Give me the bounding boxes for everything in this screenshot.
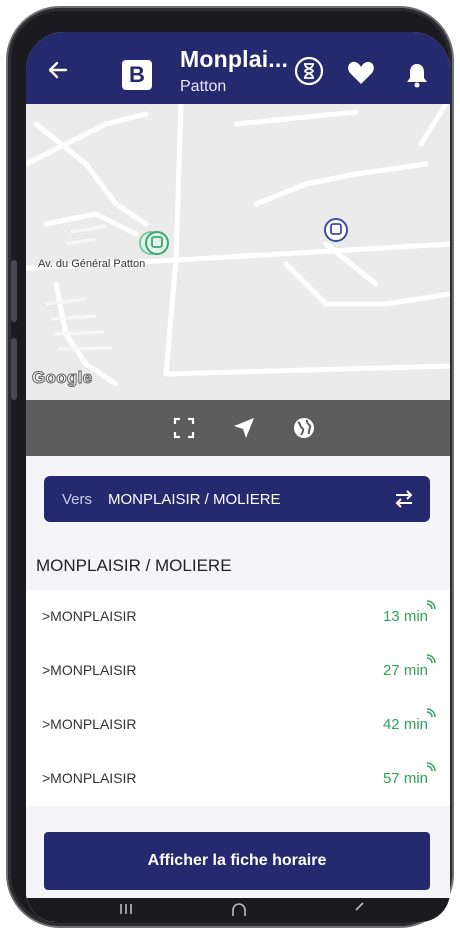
street-label: Av. du Général Patton bbox=[38, 258, 146, 270]
map-streets bbox=[26, 104, 450, 387]
back-arrow-icon[interactable] bbox=[46, 58, 70, 82]
show-timetable-button[interactable]: Afficher la fiche horaire bbox=[44, 832, 430, 890]
stop-name: MONPLAISIR / MOLIERE bbox=[36, 556, 232, 575]
departure-time: 27 min bbox=[382, 662, 428, 679]
departure-row[interactable]: >MONPLAISIR 27 min bbox=[26, 644, 450, 698]
favorite-heart-icon[interactable] bbox=[346, 58, 376, 88]
bus-line-logo: B bbox=[122, 60, 152, 90]
departure-time: 13 min bbox=[382, 608, 428, 625]
map-attribution: Google bbox=[31, 368, 93, 388]
system-nav-bar bbox=[26, 898, 450, 922]
departure-row[interactable]: >MONPLAISIR 42 min bbox=[26, 698, 450, 752]
map-toolbar bbox=[26, 400, 450, 456]
locate-arrow-icon[interactable] bbox=[232, 416, 256, 440]
departure-row[interactable]: >MONPLAISIR 13 min bbox=[26, 590, 450, 644]
globe-icon[interactable] bbox=[292, 416, 316, 440]
volume-button bbox=[11, 260, 17, 322]
direction-destination: MONPLAISIR / MOLIERE bbox=[108, 491, 281, 508]
fullscreen-icon[interactable] bbox=[172, 416, 196, 440]
departure-destination: >MONPLAISIR bbox=[42, 608, 137, 624]
system-back-icon[interactable] bbox=[352, 902, 368, 916]
departure-row[interactable]: >MONPLAISIR 57 min bbox=[26, 752, 450, 806]
departure-time: 57 min bbox=[382, 770, 428, 787]
map-view[interactable]: Av. du Général Patton Google bbox=[26, 104, 450, 400]
hourglass-icon[interactable] bbox=[294, 56, 324, 86]
direction-prefix: Vers bbox=[62, 491, 93, 508]
page-title: Monplai... bbox=[180, 46, 289, 72]
realtime-signal-icon bbox=[426, 600, 436, 610]
departure-destination: >MONPLAISIR bbox=[42, 770, 137, 786]
direction-selector[interactable]: Vers MONPLAISIR / MOLIERE bbox=[44, 476, 430, 522]
departures-list: >MONPLAISIR 13 min >MONPLAISIR 27 min >M… bbox=[26, 590, 450, 806]
recent-apps-icon[interactable] bbox=[118, 902, 134, 916]
home-icon[interactable] bbox=[230, 902, 248, 918]
realtime-signal-icon bbox=[426, 654, 436, 664]
departure-destination: >MONPLAISIR bbox=[42, 662, 137, 678]
app-screen: B Monplai... Patton Av. du Général Patto… bbox=[26, 32, 450, 922]
realtime-signal-icon bbox=[426, 708, 436, 718]
realtime-signal-icon bbox=[426, 762, 436, 772]
page-subtitle: Patton bbox=[180, 78, 227, 95]
departure-destination: >MONPLAISIR bbox=[42, 716, 137, 732]
bus-stop-icon[interactable] bbox=[145, 231, 169, 255]
departures-panel: Vers MONPLAISIR / MOLIERE MONPLAISIR / M… bbox=[26, 456, 450, 922]
departure-time: 42 min bbox=[382, 716, 428, 733]
notification-bell-icon[interactable] bbox=[402, 60, 432, 90]
power-button bbox=[11, 338, 17, 400]
phone-frame: B Monplai... Patton Av. du Général Patto… bbox=[8, 8, 452, 926]
app-header: B Monplai... Patton bbox=[26, 32, 450, 104]
bus-location-icon[interactable] bbox=[324, 218, 348, 242]
swap-direction-icon[interactable] bbox=[392, 488, 416, 510]
